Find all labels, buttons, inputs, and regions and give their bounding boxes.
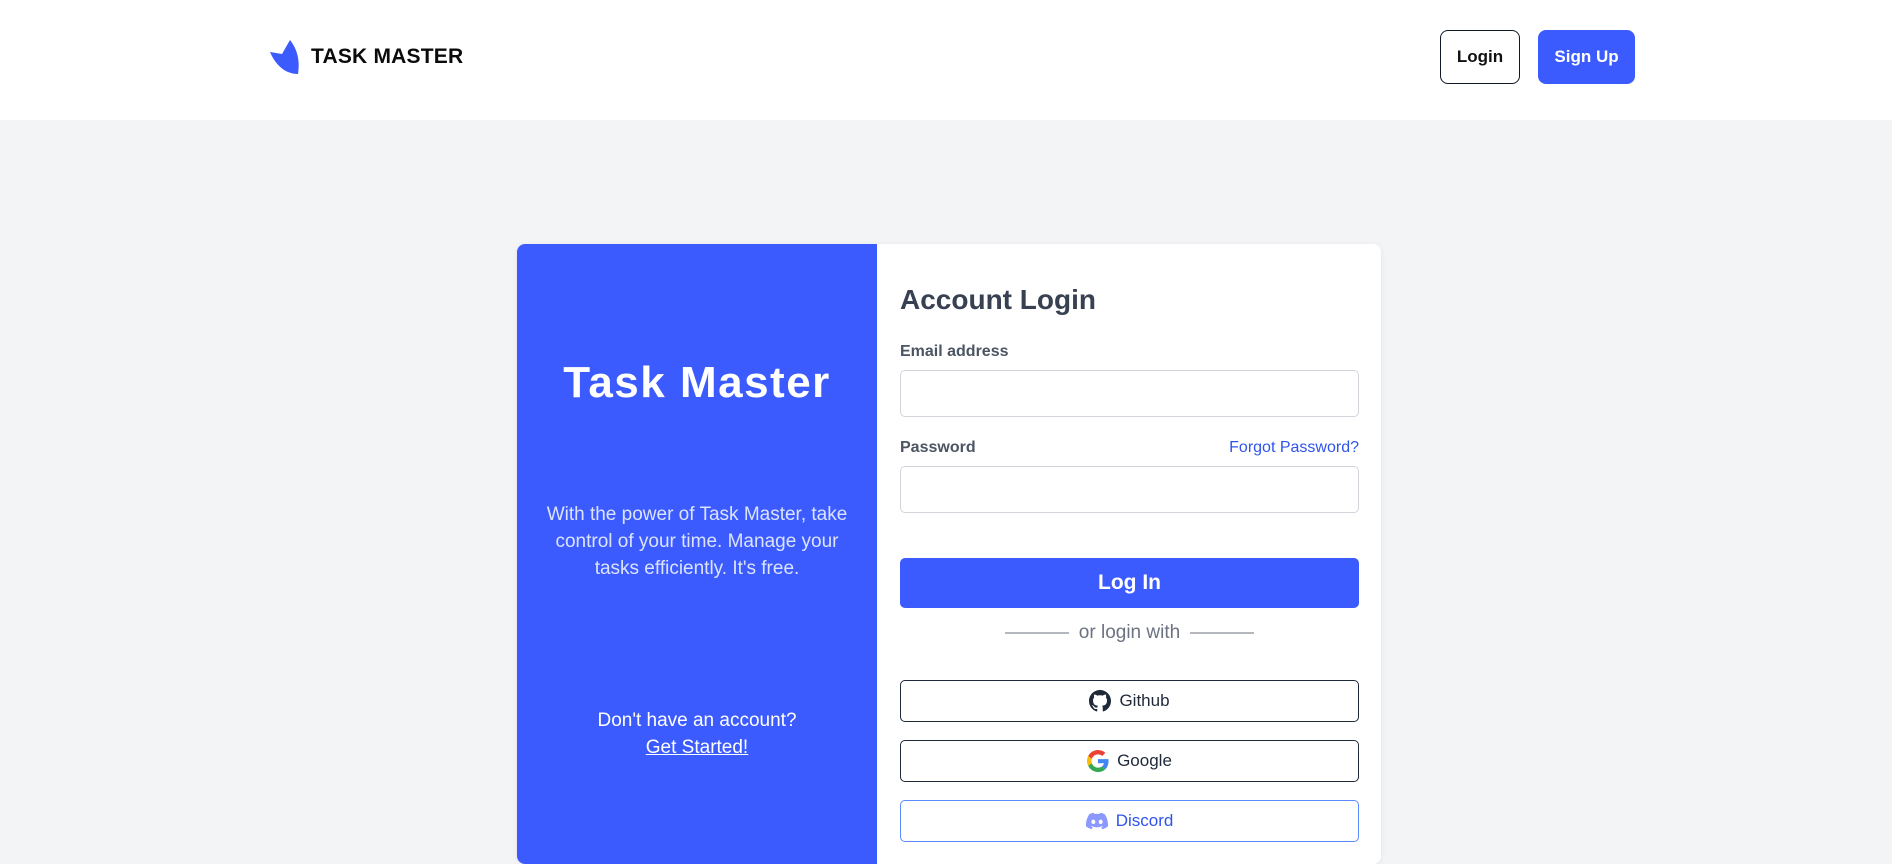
login-submit-button[interactable]: Log In (900, 558, 1359, 608)
google-login-button[interactable]: Google (900, 740, 1359, 782)
signup-button[interactable]: Sign Up (1538, 30, 1635, 84)
email-field[interactable] (900, 370, 1359, 417)
login-button[interactable]: Login (1440, 30, 1520, 84)
get-started-link[interactable]: Get Started! (517, 734, 877, 761)
divider-line-left (1004, 632, 1069, 634)
top-navbar: TASK MASTER Login Sign Up (0, 0, 1892, 120)
github-login-button[interactable]: Github (900, 680, 1359, 722)
promo-title: Task Master (563, 358, 831, 407)
github-label: Github (1119, 691, 1170, 710)
promo-panel: Task Master With the power of Task Maste… (517, 244, 877, 864)
logo-mark-icon (270, 40, 299, 74)
brand-logo[interactable]: TASK MASTER (270, 40, 463, 74)
discord-login-button[interactable]: Discord (900, 800, 1359, 842)
login-form: Account Login Email address Password For… (877, 244, 1381, 864)
divider-line-right (1190, 632, 1255, 634)
signup-prompt: Don't have an account? (597, 710, 797, 731)
password-field[interactable] (900, 466, 1359, 513)
divider-text: or login with (1078, 622, 1181, 643)
github-icon (1089, 690, 1112, 712)
login-card: Task Master With the power of Task Maste… (517, 244, 1381, 864)
email-label: Email address (900, 343, 1009, 360)
form-title: Account Login (900, 284, 1096, 315)
google-label: Google (1117, 751, 1172, 770)
promo-description: With the power of Task Master, take cont… (546, 504, 848, 579)
discord-icon (1085, 812, 1108, 830)
password-label: Password (900, 439, 976, 456)
brand-name: TASK MASTER (311, 45, 464, 68)
forgot-password-link[interactable]: Forgot Password? (1229, 439, 1359, 457)
google-icon (1087, 750, 1109, 772)
discord-label: Discord (1115, 811, 1174, 830)
social-divider: or login with (900, 620, 1359, 646)
